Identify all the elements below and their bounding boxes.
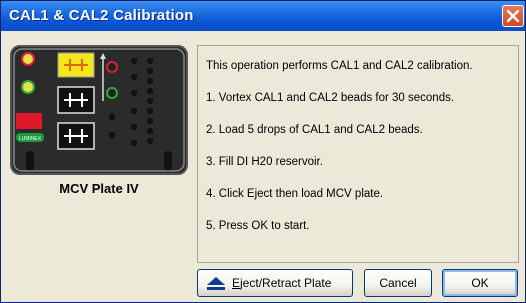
plate-ring-green <box>106 87 118 99</box>
instruction-step-4: 4. Click Eject then load MCV plate. <box>206 188 384 200</box>
ok-button[interactable]: OK <box>442 269 518 297</box>
mcv-plate-illustration: LUMINEX <box>12 47 186 173</box>
eject-mnemonic: E <box>232 276 241 290</box>
cancel-button[interactable]: Cancel <box>364 269 432 297</box>
plate-ring-red <box>106 61 118 73</box>
instruction-intro: This operation performs CAL1 and CAL2 ca… <box>206 60 473 72</box>
plate-well-yellow-red <box>21 52 35 66</box>
eject-retract-button[interactable]: Eject/Retract Plate <box>197 269 353 297</box>
plate-red-block <box>16 113 42 129</box>
instructions-panel: This operation performs CAL1 and CAL2 ca… <box>197 45 519 263</box>
window-title: CAL1 & CAL2 Calibration <box>9 7 194 24</box>
calibration-dialog: CAL1 & CAL2 Calibration LUMINEX MCV Plat… <box>0 0 526 303</box>
eject-label-rest: ject/Retract Plate <box>240 276 332 290</box>
instruction-step-2: 2. Load 5 drops of CAL1 and CAL2 beads. <box>206 124 423 136</box>
instruction-step-3: 3. Fill DI H20 reservoir. <box>206 156 323 168</box>
title-bar[interactable]: CAL1 & CAL2 Calibration <box>1 1 525 31</box>
instruction-step-5: 5. Press OK to start. <box>206 220 310 232</box>
plate-label-text: LUMINEX <box>19 136 42 142</box>
mcv-plate-image: LUMINEX <box>10 45 188 175</box>
plate-well-yellow-green <box>21 80 35 94</box>
eject-retract-label: Eject/Retract Plate <box>232 270 331 296</box>
instruction-step-1: 1. Vortex CAL1 and CAL2 beads for 30 sec… <box>206 92 455 104</box>
close-button[interactable] <box>502 5 524 27</box>
close-icon <box>506 9 520 23</box>
eject-icon <box>207 277 225 290</box>
image-caption: MCV Plate IV <box>59 181 139 196</box>
